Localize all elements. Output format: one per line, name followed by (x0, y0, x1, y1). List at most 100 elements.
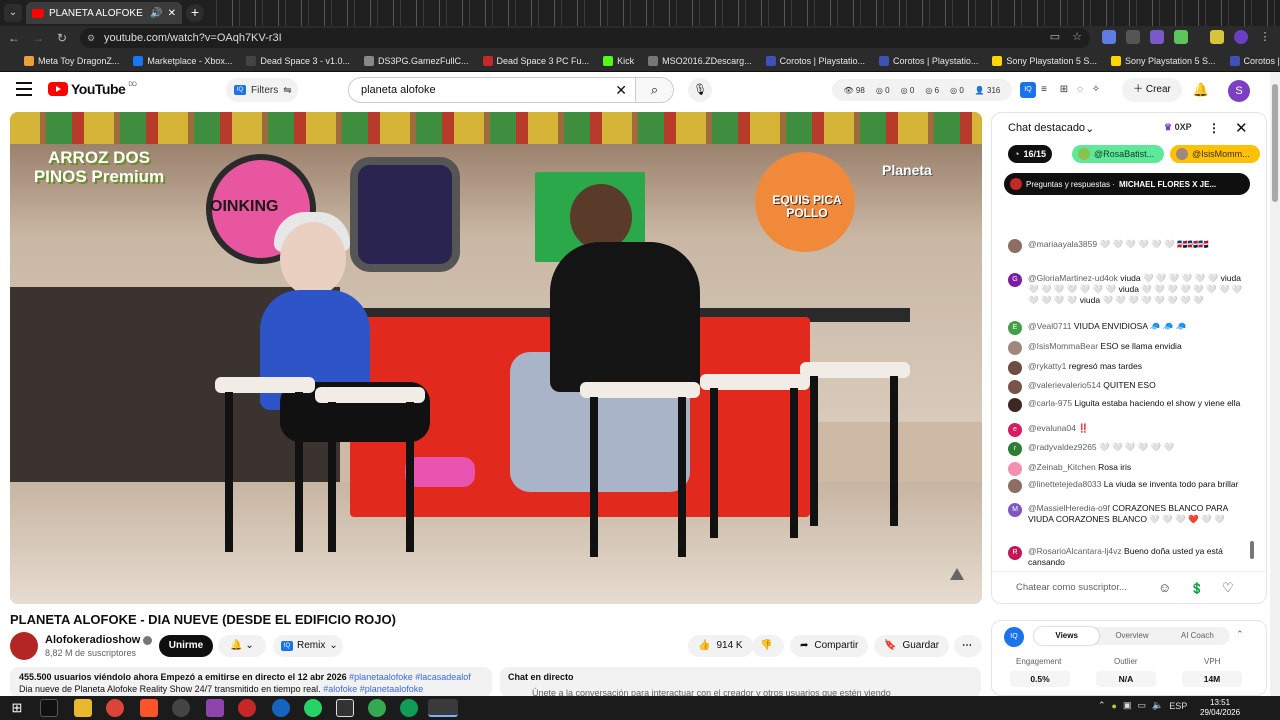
tab-close-icon[interactable]: ✕ (168, 8, 176, 19)
chat-chip[interactable]: @IsisMomm... (1170, 145, 1260, 163)
description-tags[interactable]: #planetaalofoke #lacasadealof (349, 672, 471, 682)
chat-header[interactable]: Chat destacado ⌄ (992, 113, 1266, 143)
like-button[interactable]: 👍 914 K (688, 635, 753, 657)
filters-button[interactable]: IQ Filters ⇋ (226, 78, 298, 102)
chat-avatar[interactable] (1008, 462, 1022, 476)
youtube-logo[interactable]: YouTube DO (48, 81, 137, 97)
dislike-button[interactable]: 👎 (752, 635, 784, 657)
menu-icon[interactable] (16, 82, 32, 96)
live-chat-box[interactable]: Chat en directo Únete a la conversación … (500, 667, 981, 697)
chrome-icon[interactable] (106, 699, 124, 717)
chat-message[interactable]: e @evaluna04 ‼️ (1008, 423, 1244, 437)
channel-avatar[interactable] (10, 632, 38, 660)
chat-message[interactable]: @Zeinab_Kitchen Rosa iris (1008, 462, 1244, 476)
new-tab-button[interactable]: + (186, 4, 204, 22)
chat-avatar[interactable] (1008, 380, 1022, 394)
iq-icon[interactable]: IQ (1020, 82, 1036, 98)
tiktok-icon[interactable] (40, 699, 58, 717)
browser-tab-active[interactable]: PLANETA ALOFOKE - DIA N 🔊 ✕ (26, 2, 182, 24)
chat-author[interactable]: @Veal0711 (1028, 321, 1071, 331)
chat-author[interactable]: @carla-975 (1028, 398, 1072, 408)
browser-menu-icon[interactable]: ⋮ (1258, 30, 1272, 44)
chat-message[interactable]: G @GloriaMartinez-ud4ok viuda 🤍 🤍 🤍 🤍 🤍 🤍… (1008, 273, 1244, 306)
chat-message[interactable]: @rykatty1 regresó mas tardes (1008, 361, 1244, 375)
list-icon[interactable]: ≡ (1036, 82, 1052, 98)
chat-author[interactable]: @IsisMommaBear (1028, 341, 1098, 351)
video-player[interactable]: OINKING EQUIS PICA POLLO ARROZ DOS PINOS… (10, 112, 982, 604)
chat-author[interactable]: @Zeinab_Kitchen (1028, 462, 1096, 472)
chat-messages[interactable]: @mariaayala3859 🤍 🤍 🤍 🤍 🤍 🤍 🇩🇴🇩🇴🇩🇴 G @Glor… (992, 197, 1258, 569)
more-actions-icon[interactable]: ⋯ (954, 635, 982, 657)
chat-message[interactable]: @linettetejeda8033 La viuda se inventa t… (1008, 479, 1244, 493)
bookmark-item[interactable]: Dead Space 3 PC Fu... (482, 55, 589, 66)
bookmark-star-icon[interactable]: ☆ (1070, 30, 1084, 44)
chat-scrollbar[interactable] (1250, 541, 1254, 559)
video-description[interactable]: 455.500 usuarios viéndolo ahora Empezó a… (10, 667, 492, 697)
chat-author[interactable]: @linettetejeda8033 (1028, 479, 1101, 489)
bookmark-item[interactable]: Corotos | Playstatio... (879, 55, 978, 66)
grid-icon[interactable]: ⊞ (1056, 82, 1072, 98)
extension-icon[interactable] (1102, 30, 1116, 44)
chat-avatar[interactable]: R (1008, 546, 1022, 560)
bookmark-item[interactable]: MSO2016.ZDescarg... (648, 55, 752, 66)
chat-message[interactable]: @valerievalerio514 QUITEN ESO (1008, 380, 1244, 394)
chrome-icon[interactable] (368, 699, 386, 717)
tab-views[interactable]: Views (1034, 627, 1100, 645)
chat-avatar[interactable]: r (1008, 442, 1022, 456)
avatar[interactable]: S (1228, 80, 1250, 102)
remix-button[interactable]: IQ Remix ⌄ (273, 635, 343, 657)
notifications-button[interactable]: 🔔 ⌄ (218, 635, 266, 657)
chat-author[interactable]: @mariaayala3859 (1028, 239, 1097, 249)
bookmark-item[interactable]: Corotos | Playstatio... (765, 55, 865, 66)
chat-avatar[interactable]: e (1008, 423, 1022, 437)
tab-search-icon[interactable]: ⌄ (4, 4, 22, 22)
chat-author[interactable]: @RosarioAlcantara-lj4vz (1028, 546, 1122, 556)
create-button[interactable]: ＋ Crear (1122, 78, 1182, 102)
channel-name[interactable]: Alofokeradioshow (45, 634, 153, 646)
tab-ai-coach[interactable]: AI Coach (1165, 627, 1230, 645)
chat-author[interactable]: @valerievalerio514 (1028, 380, 1101, 390)
bookmark-item[interactable]: Sony Playstation 5 S... (1110, 55, 1216, 66)
tray-app-icon[interactable]: ● (1112, 701, 1117, 711)
counter-chip[interactable]: ◔ 16/15 (1008, 145, 1052, 163)
chat-message[interactable]: @carla-975 Liguita estaba haciendo el sh… (1008, 398, 1244, 412)
close-icon[interactable]: ✕ (1235, 119, 1248, 137)
reload-icon[interactable]: ↻ (54, 30, 70, 46)
chat-input[interactable]: Chatear como suscriptor... (1016, 582, 1127, 593)
tab-audio-icon[interactable]: 🔊 (150, 8, 162, 19)
chat-author[interactable]: @rykatty1 (1028, 361, 1066, 371)
active-app-icon[interactable] (428, 699, 458, 717)
chat-options-icon[interactable]: ⋮ (1208, 121, 1220, 135)
chat-message[interactable]: @IsisMommaBear ESO se llama envidia (1008, 341, 1244, 355)
chat-author[interactable]: @radyvaldez9265 (1028, 442, 1097, 452)
file-explorer-icon[interactable] (74, 699, 92, 717)
extension-icon[interactable] (1174, 30, 1188, 44)
language-indicator[interactable]: ESP (1169, 701, 1187, 711)
extension-icon[interactable] (1150, 30, 1164, 44)
app-icon[interactable] (238, 699, 256, 717)
bookmark-item[interactable]: Corotos | Playstatio... (1229, 55, 1280, 66)
super-chat-icon[interactable]: 💲 (1190, 582, 1204, 595)
description-hashtags[interactable]: #alofoke #planetaalofoke (323, 684, 423, 694)
search-input[interactable]: planeta alofoke ✕ (348, 77, 636, 103)
clock[interactable]: 13:51 29/04/2026 (1200, 698, 1240, 718)
xp-badge[interactable]: ♛ 0XP (1164, 122, 1192, 133)
extension-icon[interactable] (1210, 30, 1224, 44)
page-scrollbar[interactable] (1270, 72, 1280, 696)
sparkle-icon[interactable]: ✧ (1088, 82, 1104, 98)
app-icon[interactable] (336, 699, 354, 717)
extension-icon[interactable] (1126, 30, 1140, 44)
save-button[interactable]: 🔖 Guardar (874, 635, 950, 657)
bookmark-item[interactable]: Meta Toy DragonZ... (24, 55, 119, 66)
whatsapp-icon[interactable] (304, 699, 322, 717)
site-info-icon[interactable]: ⚙ (87, 32, 99, 44)
back-icon[interactable]: ← (6, 30, 22, 46)
comment-icon[interactable]: ◌ (1072, 82, 1088, 98)
chat-chip[interactable]: @RosaBatist... (1072, 145, 1164, 163)
stats-bar[interactable]: 👁 98 ◎ 0 ◎ 0 ◎ 6 ◎ 0 👤 316 (832, 79, 1012, 101)
bookmark-item[interactable]: Marketplace - Xbox... (133, 55, 232, 66)
chat-author[interactable]: @GloriaMartinez-ud4ok (1028, 273, 1118, 283)
app-icon[interactable] (272, 699, 290, 717)
clear-search-icon[interactable]: ✕ (615, 78, 627, 102)
share-button[interactable]: ➦ Compartir (790, 635, 869, 657)
